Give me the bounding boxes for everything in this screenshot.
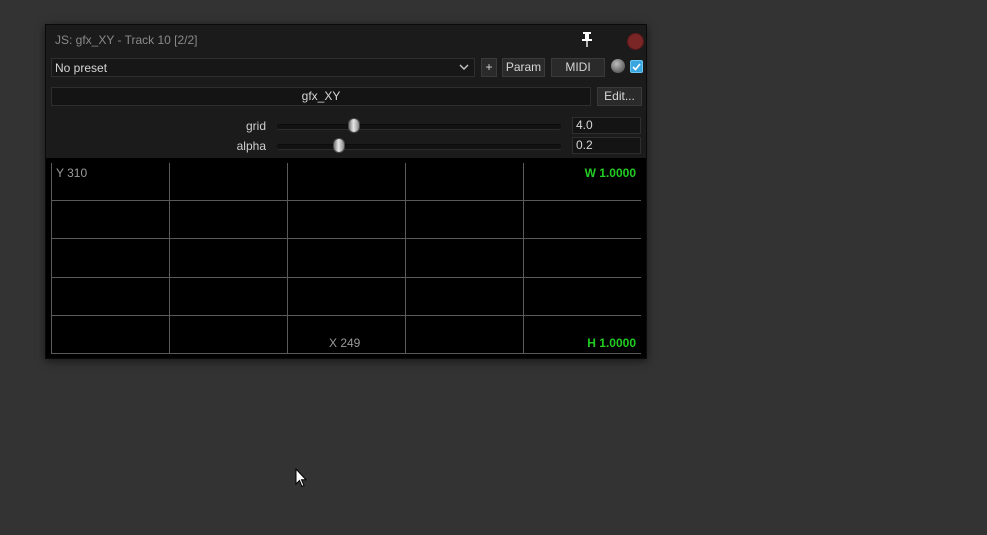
x-readout: X 249 [329, 336, 361, 350]
plugin-window: JS: gfx_XY - Track 10 [2/2] No preset + … [45, 24, 647, 359]
param-button[interactable]: Param [502, 58, 545, 77]
xy-grid [51, 163, 641, 354]
preset-value: No preset [55, 61, 108, 75]
toolbar: No preset + Param MIDI [46, 57, 646, 79]
add-preset-button[interactable]: + [481, 58, 497, 77]
window-title: JS: gfx_XY - Track 10 [2/2] [55, 33, 198, 47]
wet-knob[interactable] [611, 59, 625, 73]
bypass-checkbox[interactable] [630, 60, 643, 73]
slider-label-alpha: alpha [236, 139, 266, 153]
slider-track-grid[interactable] [277, 118, 561, 133]
pin-icon[interactable] [579, 30, 595, 48]
w-readout: W 1.0000 [584, 166, 636, 180]
slider-label-grid: grid [245, 119, 266, 133]
preset-dropdown[interactable]: No preset [51, 58, 475, 77]
effect-name-field[interactable]: gfx_XY [51, 87, 591, 106]
h-readout: H 1.0000 [587, 336, 636, 350]
gfx-display[interactable]: Y 310 W 1.0000 X 249 H 1.0000 [46, 158, 646, 358]
midi-button[interactable]: MIDI [551, 58, 605, 77]
slider-value-grid[interactable]: 4.0 [572, 117, 641, 134]
slider-track-alpha[interactable] [277, 138, 561, 153]
edit-button[interactable]: Edit... [597, 87, 642, 106]
title-bar[interactable]: JS: gfx_XY - Track 10 [2/2] [46, 25, 646, 55]
slider-value-alpha[interactable]: 0.2 [572, 137, 641, 154]
chevron-down-icon [459, 64, 469, 70]
close-icon[interactable] [627, 33, 644, 50]
slider-thumb-alpha[interactable] [333, 138, 346, 153]
slider-thumb-grid[interactable] [347, 118, 360, 133]
mouse-cursor-icon [295, 468, 307, 488]
check-icon [632, 63, 641, 71]
y-readout: Y 310 [56, 166, 88, 180]
